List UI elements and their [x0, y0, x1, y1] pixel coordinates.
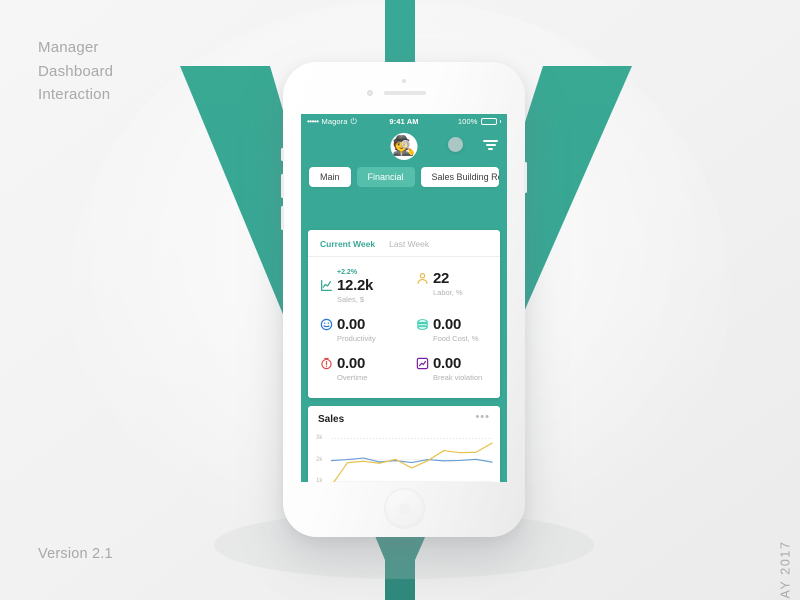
chart-y-tick-label: 2k: [316, 456, 323, 463]
metric-value: 0.00: [337, 355, 365, 372]
line-chart-icon: [320, 279, 333, 292]
metric-row: 0.00 Overtime 0.00 Break violation: [308, 349, 500, 388]
sales-chart-title: Sales: [318, 414, 345, 425]
version-label: Version 2.1: [38, 546, 113, 562]
metric-label: Food Cost, %: [433, 334, 479, 343]
battery-area: 100%: [458, 117, 501, 126]
chart-box-icon: [416, 357, 429, 370]
volume-down-button[interactable]: [281, 206, 284, 230]
date-label: MAY 2017: [778, 540, 793, 600]
metric-value: 0.00: [337, 316, 365, 333]
metric-value: 0.00: [433, 316, 461, 333]
person-icon: [417, 273, 428, 284]
week-tab-bar: Current Week Last Week: [308, 230, 500, 257]
metric-label: Sales, $: [337, 295, 365, 304]
status-bar: ••••• Magora ⏻ 9:41 AM 100%: [301, 114, 507, 129]
metric-labor[interactable]: 22 Labor, %: [404, 263, 500, 310]
volume-up-button[interactable]: [281, 174, 284, 198]
metric-value: 12.2k: [337, 277, 374, 294]
chart-y-tick-label: 3k: [316, 435, 323, 442]
metric-label: Break violation: [433, 373, 483, 382]
metric-productivity[interactable]: 0.00 Productivity: [308, 310, 404, 349]
touch-cursor: [448, 137, 463, 152]
metric-label: Labor, %: [433, 288, 463, 297]
week-tab-current[interactable]: Current Week: [320, 239, 375, 249]
app-header: 🕵️: [301, 129, 507, 167]
dashboard-content: Current Week Last Week +2.2% 12.2k Sales…: [301, 230, 507, 482]
filter-icon[interactable]: [483, 140, 498, 152]
metric-row: +2.2% 12.2k Sales, $ 22 Labor, %: [308, 263, 500, 310]
power-button[interactable]: [524, 162, 527, 193]
front-camera-icon: [402, 79, 406, 83]
alert-clock-icon: [321, 357, 332, 370]
chart-y-tick-label: 1k: [316, 478, 323, 482]
tab-sales-building-report[interactable]: Sales Building Rep: [420, 167, 499, 187]
battery-icon: [480, 118, 497, 125]
metric-overtime[interactable]: 0.00 Overtime: [308, 349, 404, 388]
metrics-card: Current Week Last Week +2.2% 12.2k Sales…: [308, 230, 500, 398]
page-title: Manager Dashboard Interaction: [38, 39, 114, 103]
avatar[interactable]: 🕵️: [390, 133, 418, 160]
sales-chart-card: Sales ••• 1k 2k 3k: [308, 406, 500, 482]
ring-switch[interactable]: [281, 148, 284, 161]
metric-sales[interactable]: +2.2% 12.2k Sales, $: [308, 263, 404, 310]
earpiece-speaker: [384, 91, 426, 95]
battery-percent-label: 100%: [457, 117, 478, 126]
phone-screen: ••••• Magora ⏻ 9:41 AM 100% 🕵️ Main Fina…: [301, 114, 507, 482]
overflow-menu-icon[interactable]: •••: [475, 412, 490, 423]
avatar-icon: 🕵️: [392, 136, 416, 157]
metric-food-cost[interactable]: 0.00 Food Cost, %: [404, 310, 500, 349]
tab-main[interactable]: Main: [309, 167, 351, 187]
metric-label: Productivity: [337, 334, 376, 343]
metrics-grid: +2.2% 12.2k Sales, $ 22 Labor, % 0.00 Pr…: [308, 257, 500, 398]
phone-mockup: ••••• Magora ⏻ 9:41 AM 100% 🕵️ Main Fina…: [281, 62, 527, 537]
chart-plot-area: [316, 432, 494, 482]
metric-label: Overtime: [337, 373, 368, 382]
smiley-icon: [320, 318, 333, 331]
week-tab-last[interactable]: Last Week: [389, 239, 429, 249]
metric-break-violation[interactable]: 0.00 Break violation: [404, 349, 500, 388]
sales-line-chart: 1k 2k 3k: [316, 432, 494, 482]
proximity-sensor-icon: [367, 90, 373, 96]
metric-value: 22: [433, 270, 450, 287]
tab-bar: Main Financial Sales Building Rep: [301, 167, 507, 193]
tab-financial[interactable]: Financial: [356, 167, 415, 187]
home-button[interactable]: [384, 488, 425, 529]
metric-value: 0.00: [433, 355, 461, 372]
metric-row: 0.00 Productivity 0.00 Food Cost, %: [308, 310, 500, 349]
burger-icon: [417, 319, 428, 330]
metric-delta: +2.2%: [337, 269, 358, 276]
